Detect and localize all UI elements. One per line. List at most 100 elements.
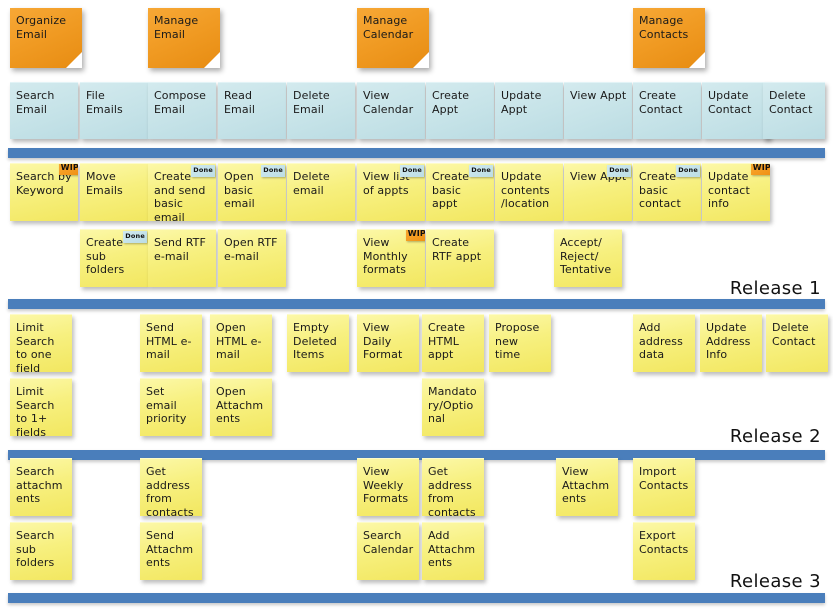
story-note-label: Open Attachments: [216, 385, 264, 425]
story-note-label: Search sub folders: [16, 529, 55, 569]
story-note-label: Open basic email: [224, 170, 255, 210]
story-note-create-rtf-appt[interactable]: Create RTF appt: [426, 229, 494, 287]
status-badge-done[interactable]: Done: [676, 165, 700, 177]
status-badge-wip[interactable]: WIP: [58, 164, 78, 175]
activity-note-read-email[interactable]: Read Email: [218, 82, 286, 139]
story-note-search-calendar[interactable]: Search Calendar: [357, 522, 419, 580]
story-note-get-address-from-contacts[interactable]: Get address from contacts: [140, 458, 202, 516]
story-note-label: Send RTF e-mail: [154, 236, 206, 263]
story-note-open-attachments[interactable]: Open Attachments: [210, 378, 272, 436]
story-note-label: View Weekly Formats: [363, 465, 409, 505]
activity-note-label: Create Contact: [639, 89, 683, 116]
goal-note-organize-email[interactable]: Organize Email: [10, 8, 82, 68]
activity-note-create-appt[interactable]: Create Appt: [426, 82, 494, 139]
story-note-create-html-appt[interactable]: Create HTML appt: [422, 314, 484, 372]
story-note-propose-new-time[interactable]: Propose new time: [489, 314, 551, 372]
activity-note-search-email[interactable]: Search Email: [10, 82, 78, 139]
story-note-set-email-priority[interactable]: Set email priority: [140, 378, 202, 436]
story-note-label: Set email priority: [146, 385, 187, 425]
status-badge-done[interactable]: Done: [607, 165, 631, 177]
story-note-create-sub-folders[interactable]: Create sub folders Done: [80, 229, 148, 287]
activity-note-file-emails[interactable]: File Emails: [80, 82, 148, 139]
status-badge-done[interactable]: Done: [123, 231, 147, 243]
story-note-label: Get address from contacts: [428, 465, 476, 516]
story-note-search-by-keyword[interactable]: Search by Keyword WIP: [10, 163, 78, 221]
activity-note-label: Create Appt: [432, 89, 470, 116]
story-note-label: Create sub folders: [86, 236, 125, 276]
story-note-label: Create basic appt: [432, 170, 470, 210]
goal-note-manage-calendar[interactable]: Manage Calendar: [357, 8, 429, 68]
story-note-view-monthly-formats[interactable]: View Monthly formats WIP: [357, 229, 425, 287]
story-note-search-attachments[interactable]: Search attachments: [10, 458, 72, 516]
story-note-view-attachments[interactable]: View Attachments: [556, 458, 618, 516]
story-note-label: Create and send basic email: [154, 170, 206, 221]
story-note-label: Search attachments: [16, 465, 63, 505]
activity-note-label: Delete Email: [293, 89, 330, 116]
story-note-update-contact-info[interactable]: Update contact info WIP: [702, 163, 770, 221]
divider-bottom: [8, 593, 825, 603]
story-note-label: Create HTML appt: [428, 321, 466, 361]
activity-note-view-calendar[interactable]: View Calendar: [357, 82, 425, 139]
story-note-limit-search-to-1-fields[interactable]: Limit Search to 1+ fields: [10, 378, 72, 436]
status-badge-done[interactable]: Done: [469, 165, 493, 177]
story-note-add-address-data[interactable]: Add address data: [633, 314, 695, 372]
story-note-update-contents-location[interactable]: Update contents /location: [495, 163, 563, 221]
story-note-delete-contact[interactable]: Delete Contact: [766, 314, 828, 372]
release-label-release-2: Release 2: [729, 426, 821, 447]
story-map-board: Organize Email Manage Email Manage Calenda…: [0, 0, 833, 614]
story-note-move-emails[interactable]: Move Emails: [80, 163, 148, 221]
story-note-open-html-e-mail[interactable]: Open HTML e-mail: [210, 314, 272, 372]
story-note-create-and-send-basic-email[interactable]: Create and send basic email Done: [148, 163, 216, 221]
story-note-label: Create basic contact: [639, 170, 681, 210]
status-badge-wip[interactable]: WIP: [405, 230, 425, 241]
activity-note-label: Update Appt: [501, 89, 542, 116]
activity-note-update-contact[interactable]: Update Contact: [702, 82, 770, 139]
story-note-limit-search-to-one-field[interactable]: Limit Search to one field: [10, 314, 72, 372]
story-note-label: View Daily Format: [363, 321, 403, 361]
story-note-view-list-of-appts[interactable]: View list of appts Done: [357, 163, 425, 221]
story-note-label: Import Contacts: [639, 465, 689, 492]
story-note-create-basic-appt[interactable]: Create basic appt Done: [426, 163, 494, 221]
story-note-update-address-info[interactable]: Update Address Info: [700, 314, 762, 372]
status-badge-done[interactable]: Done: [191, 165, 215, 177]
activity-note-view-appt[interactable]: View Appt: [564, 82, 632, 139]
story-note-accept-reject-tentative[interactable]: Accept/ Reject/ Tentative: [554, 229, 622, 287]
story-note-label: Get address from contacts: [146, 465, 194, 516]
activity-note-label: Compose Email: [154, 89, 207, 116]
release-label-release-3: Release 3: [729, 571, 821, 592]
activity-note-compose-email[interactable]: Compose Email: [148, 82, 216, 139]
activity-note-update-appt[interactable]: Update Appt: [495, 82, 563, 139]
activity-note-label: File Emails: [86, 89, 123, 116]
story-note-get-address-from-contacts[interactable]: Get address from contacts: [422, 458, 484, 516]
story-note-open-basic-email[interactable]: Open basic email Done: [218, 163, 286, 221]
story-note-empty-deleted-items[interactable]: Empty Deleted Items: [287, 314, 349, 372]
story-note-delete-email[interactable]: Delete email: [287, 163, 355, 221]
activity-note-label: View Calendar: [363, 89, 414, 116]
story-note-send-rtf-e-mail[interactable]: Send RTF e-mail: [148, 229, 216, 287]
status-badge-done[interactable]: Done: [400, 165, 424, 177]
story-note-send-attachments[interactable]: Send Attachments: [140, 522, 202, 580]
story-note-view-appt[interactable]: View Appt Done: [564, 163, 632, 221]
activity-note-create-contact[interactable]: Create Contact: [633, 82, 701, 139]
story-note-mandatory-optional[interactable]: Mandatory/Optional: [422, 378, 484, 436]
story-note-add-attachments[interactable]: Add Attachments: [422, 522, 484, 580]
story-note-search-sub-folders[interactable]: Search sub folders: [10, 522, 72, 580]
story-note-label: Send Attachments: [146, 529, 194, 569]
status-badge-wip[interactable]: WIP: [750, 164, 770, 175]
story-note-create-basic-contact[interactable]: Create basic contact Done: [633, 163, 701, 221]
story-note-view-daily-format[interactable]: View Daily Format: [357, 314, 419, 372]
story-note-view-weekly-formats[interactable]: View Weekly Formats: [357, 458, 419, 516]
story-note-label: Propose new time: [495, 321, 540, 361]
activity-note-delete-contact[interactable]: Delete Contact: [763, 82, 825, 139]
goal-note-manage-contacts[interactable]: Manage Contacts: [633, 8, 705, 68]
story-note-open-rtf-e-mail[interactable]: Open RTF e-mail: [218, 229, 286, 287]
status-badge-done[interactable]: Done: [261, 165, 285, 177]
activity-note-label: Read Email: [224, 89, 256, 116]
story-note-export-contacts[interactable]: Export Contacts: [633, 522, 695, 580]
goal-note-manage-email[interactable]: Manage Email: [148, 8, 220, 68]
activity-note-delete-email[interactable]: Delete Email: [287, 82, 355, 139]
story-note-import-contacts[interactable]: Import Contacts: [633, 458, 695, 516]
story-note-send-html-e-mail[interactable]: Send HTML e-mail: [140, 314, 202, 372]
story-note-label: Limit Search to one field: [16, 321, 55, 372]
story-note-label: Move Emails: [86, 170, 123, 197]
